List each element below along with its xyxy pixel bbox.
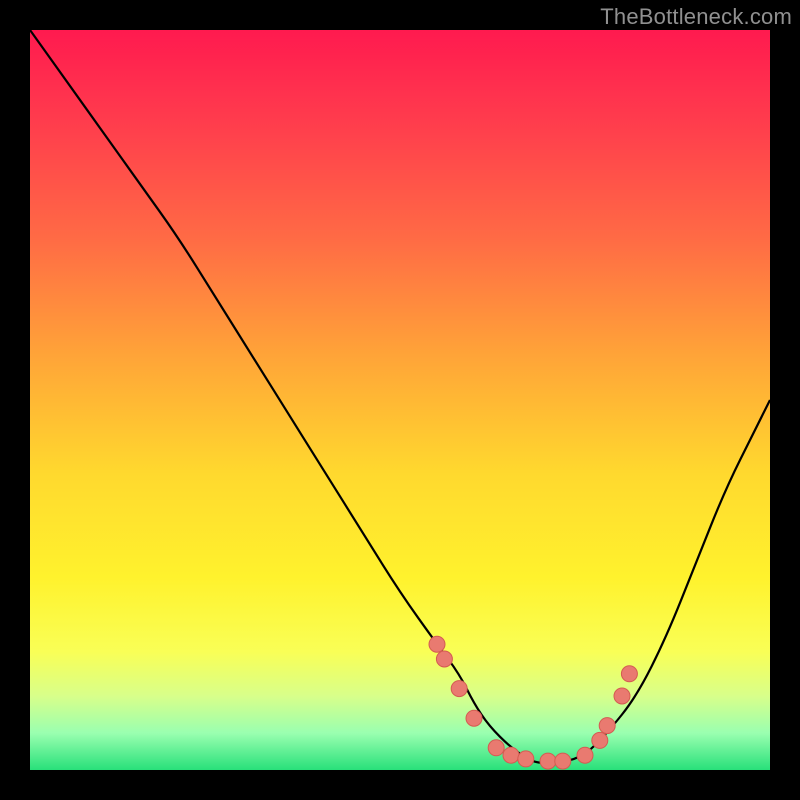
data-marker [599,718,615,734]
data-marker [429,636,445,652]
data-marker [503,747,519,763]
watermark-text: TheBottleneck.com [600,4,792,30]
chart-stage: TheBottleneck.com [0,0,800,800]
data-marker [592,732,608,748]
marker-group [429,636,637,769]
data-marker [540,753,556,769]
bottleneck-curve [30,30,770,763]
data-marker [488,740,504,756]
data-marker [466,710,482,726]
data-marker [577,747,593,763]
chart-svg [30,30,770,770]
plot-area [30,30,770,770]
data-marker [555,753,571,769]
data-marker [621,666,637,682]
data-marker [614,688,630,704]
data-marker [518,751,534,767]
data-marker [451,681,467,697]
data-marker [436,651,452,667]
